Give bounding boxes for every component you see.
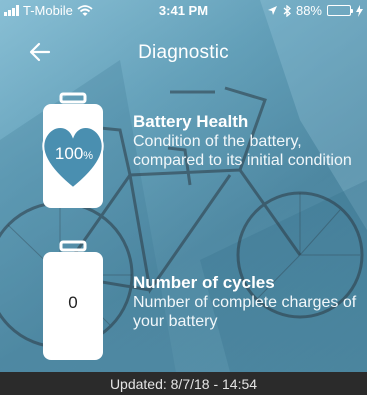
status-bar: T-Mobile 3:41 PM 88% <box>0 0 367 22</box>
updated-footer: Updated: 8/7/18 - 14:54 <box>0 372 367 395</box>
updated-label: Updated: 8/7/18 - 14:54 <box>109 375 258 392</box>
battery-health-title: Battery Health <box>133 112 249 131</box>
cycles-title: Number of cycles <box>133 273 275 292</box>
battery-percent-label: 88% <box>295 3 322 18</box>
battery-health-unit: % <box>83 150 94 162</box>
location-icon <box>267 6 277 15</box>
battery-health-value: 100% <box>48 144 100 164</box>
nav-bar: Diagnostic <box>0 36 367 70</box>
battery-health-description: Condition of the battery, compared to it… <box>133 133 352 169</box>
battery-health-section: Battery Health Condition of the battery,… <box>133 112 363 170</box>
bluetooth-icon <box>283 4 291 17</box>
page-title: Diagnostic <box>138 42 229 63</box>
diagnostic-screen: T-Mobile 3:41 PM 88% Diagnostic 100% Bat… <box>0 0 367 395</box>
cycles-description: Number of complete charges of your batte… <box>133 294 357 330</box>
status-right: 88% <box>267 3 363 18</box>
charging-icon <box>356 4 363 17</box>
battery-icon <box>327 5 353 16</box>
battery-health-number: 100 <box>54 144 84 163</box>
cycles-value: 0 <box>68 293 78 312</box>
cycles-section: Number of cycles Number of complete char… <box>133 273 363 331</box>
